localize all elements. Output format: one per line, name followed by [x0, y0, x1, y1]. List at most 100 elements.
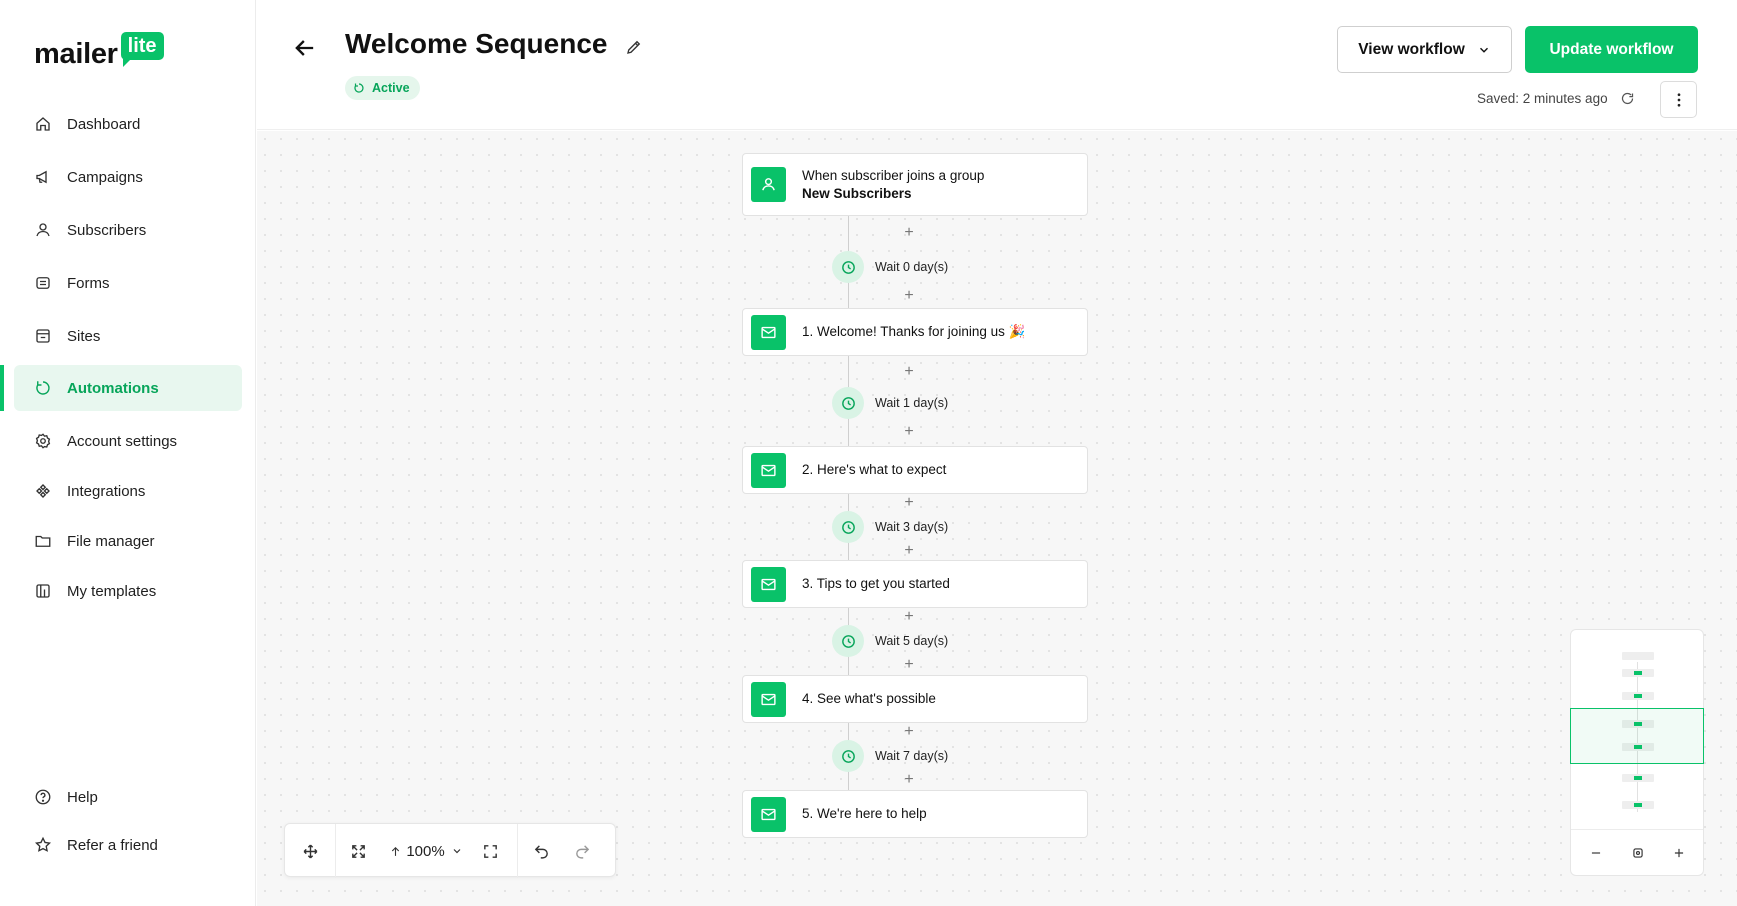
sidebar-item-sites[interactable]: Sites — [14, 313, 242, 359]
sidebar-item-label: Automations — [67, 379, 159, 397]
star-icon — [34, 836, 52, 854]
minimap-preview[interactable] — [1570, 630, 1704, 830]
add-step-button[interactable]: + — [902, 424, 916, 440]
sidebar-item-my-templates[interactable]: My templates — [14, 568, 242, 614]
add-step-button[interactable]: + — [902, 609, 916, 625]
status-badge: Active — [345, 76, 420, 100]
add-step-button[interactable]: + — [902, 543, 916, 559]
view-workflow-button[interactable]: View workflow — [1337, 26, 1512, 73]
add-step-button[interactable]: + — [902, 724, 916, 740]
wait-step[interactable]: Wait 7 day(s) — [832, 740, 948, 772]
trigger-title: When subscriber joins a group — [802, 167, 985, 183]
envelope-icon — [751, 796, 786, 832]
zoom-select[interactable]: 100% — [381, 824, 471, 878]
sidebar-item-label: Integrations — [67, 482, 146, 500]
fit-view-button[interactable] — [343, 824, 373, 878]
forms-icon — [34, 274, 52, 292]
sidebar-item-automations[interactable]: Automations — [14, 365, 242, 411]
mailerlite-logo[interactable]: mailer lite — [34, 32, 164, 74]
clock-icon — [832, 740, 864, 772]
workflow-header: Welcome Sequence Active View workflow Up… — [257, 0, 1737, 130]
zoom-in-button[interactable] — [1668, 842, 1690, 864]
clock-icon — [832, 511, 864, 543]
saved-label: Saved: 2 minutes ago — [1477, 91, 1608, 106]
email-node[interactable]: 4. See what's possible — [742, 675, 1088, 723]
fullscreen-icon — [483, 844, 497, 858]
active-indicator — [0, 365, 4, 411]
trigger-group: New Subscribers — [802, 185, 912, 201]
minimap-viewport[interactable] — [1570, 708, 1704, 764]
add-step-button[interactable]: + — [902, 225, 916, 241]
sidebar-item-forms[interactable]: Forms — [14, 260, 242, 306]
wait-step[interactable]: Wait 1 day(s) — [832, 387, 948, 419]
back-arrow-icon[interactable] — [291, 34, 319, 62]
saved-status: Saved: 2 minutes ago — [1477, 91, 1635, 106]
sidebar-item-help[interactable]: Help — [14, 774, 242, 820]
sidebar-item-label: Dashboard — [67, 115, 141, 133]
plus-icon — [1674, 848, 1684, 858]
wait-label: Wait 1 day(s) — [875, 396, 949, 410]
zoom-out-button[interactable] — [1585, 842, 1607, 864]
email-node[interactable]: 1. Welcome! Thanks for joining us 🎉 — [742, 308, 1088, 356]
email-node[interactable]: 5. We're here to help — [742, 790, 1088, 838]
minimap-node — [1622, 774, 1654, 782]
minimap-node — [1622, 652, 1654, 660]
more-options-button[interactable] — [1660, 81, 1697, 118]
sidebar-item-label: Sites — [67, 327, 101, 345]
center-view-button[interactable] — [1627, 842, 1649, 864]
add-step-button[interactable]: + — [902, 495, 916, 511]
sidebar-item-dashboard[interactable]: Dashboard — [14, 101, 242, 147]
kebab-menu-icon — [1677, 92, 1680, 107]
sidebar-item-file-manager[interactable]: File manager — [14, 518, 242, 564]
app: mailer lite Dashboard Campaigns Subscrib… — [0, 0, 1737, 906]
sidebar-item-campaigns[interactable]: Campaigns — [14, 154, 242, 200]
update-workflow-button[interactable]: Update workflow — [1525, 26, 1698, 73]
add-step-button[interactable]: + — [902, 364, 916, 380]
wait-step[interactable]: Wait 0 day(s) — [832, 251, 948, 283]
refresh-icon[interactable] — [1620, 91, 1635, 106]
email-node[interactable]: 2. Here's what to expect — [742, 446, 1088, 494]
sidebar-item-subscribers[interactable]: Subscribers — [14, 207, 242, 253]
templates-icon — [34, 582, 52, 600]
page-title: Welcome Sequence — [345, 28, 608, 59]
envelope-icon — [751, 452, 786, 488]
toolbar-divider — [335, 824, 336, 878]
envelope-icon — [751, 681, 786, 717]
email-title: 5. We're here to help — [802, 806, 927, 821]
add-step-button[interactable]: + — [902, 657, 916, 673]
email-title: 2. Here's what to expect — [802, 462, 947, 477]
clock-icon — [832, 625, 864, 657]
sidebar-item-refer-a-friend[interactable]: Refer a friend — [14, 822, 242, 868]
email-node[interactable]: 3. Tips to get you started — [742, 560, 1088, 608]
add-step-button[interactable]: + — [902, 288, 916, 304]
trigger-node[interactable]: When subscriber joins a group New Subscr… — [742, 153, 1088, 216]
sidebar-item-label: My templates — [67, 582, 157, 600]
move-icon — [303, 844, 317, 858]
email-title: 1. Welcome! Thanks for joining us 🎉 — [802, 324, 1026, 339]
redo-button[interactable] — [567, 824, 597, 878]
sites-icon — [34, 327, 52, 345]
target-icon — [1633, 848, 1643, 858]
wait-label: Wait 7 day(s) — [875, 749, 949, 763]
sidebar-item-account-settings[interactable]: Account settings — [14, 418, 242, 464]
sidebar-item-label: Help — [67, 788, 98, 806]
add-step-button[interactable]: + — [902, 772, 916, 788]
undo-button[interactable] — [526, 824, 556, 878]
wait-label: Wait 3 day(s) — [875, 520, 949, 534]
minus-icon — [1591, 852, 1601, 854]
chevron-down-icon — [1479, 47, 1488, 53]
logo-badge: lite — [120, 32, 164, 67]
wait-step[interactable]: Wait 5 day(s) — [832, 625, 948, 657]
fullscreen-button[interactable] — [475, 824, 505, 878]
pan-tool-button[interactable] — [295, 824, 325, 878]
megaphone-icon — [34, 168, 52, 186]
wait-step[interactable]: Wait 3 day(s) — [832, 511, 948, 543]
minimap — [1570, 629, 1704, 876]
pencil-icon[interactable] — [625, 38, 643, 56]
sidebar-item-label: Campaigns — [67, 168, 143, 186]
sidebar-item-label: Refer a friend — [67, 836, 158, 854]
automation-icon — [34, 379, 52, 397]
sidebar-item-integrations[interactable]: Integrations — [14, 468, 242, 514]
wait-label: Wait 5 day(s) — [875, 634, 949, 648]
minimap-node — [1622, 692, 1654, 700]
